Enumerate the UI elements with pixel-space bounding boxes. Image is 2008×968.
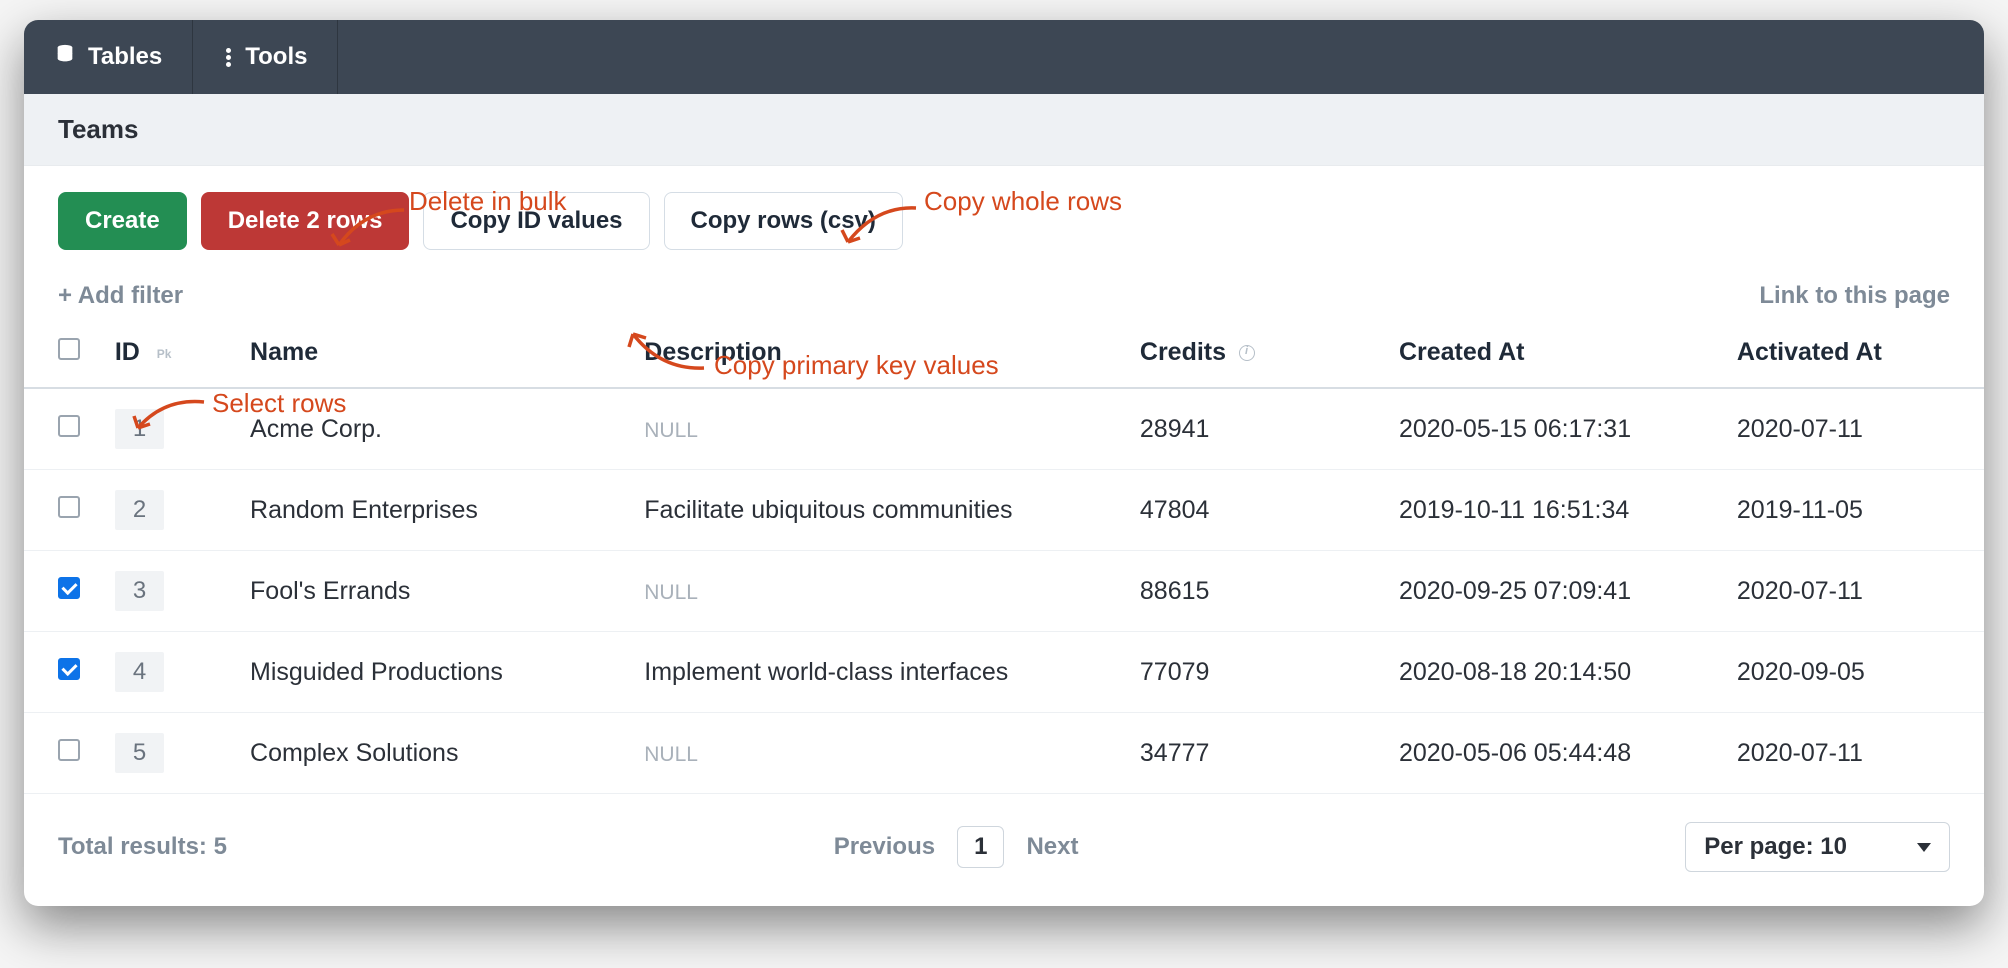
row-checkbox[interactable] xyxy=(58,415,80,437)
col-name-label[interactable]: Name xyxy=(238,322,632,388)
add-filter-link[interactable]: + Add filter xyxy=(58,282,183,310)
info-icon[interactable] xyxy=(1239,345,1255,361)
nav-tables[interactable]: Tables xyxy=(24,20,193,94)
col-activated-label[interactable]: Activated At xyxy=(1725,322,1984,388)
per-page-select[interactable]: Per page: 10 xyxy=(1685,822,1950,872)
permalink[interactable]: Link to this page xyxy=(1759,282,1950,310)
total-results: Total results: 5 xyxy=(58,833,227,861)
col-id-label[interactable]: ID xyxy=(115,338,140,366)
row-activated-at[interactable]: 2020-09-05 xyxy=(1725,632,1984,713)
col-credits-label[interactable]: Credits xyxy=(1140,338,1226,366)
null-value: NULL xyxy=(644,743,698,766)
col-created-label[interactable]: Created At xyxy=(1387,322,1725,388)
row-checkbox[interactable] xyxy=(58,658,80,680)
row-description[interactable]: NULL xyxy=(632,713,1128,794)
row-activated-at[interactable]: 2019-11-05 xyxy=(1725,470,1984,551)
row-credits[interactable]: 34777 xyxy=(1128,713,1387,794)
app-frame: Tables Tools Teams Create Delete 2 rows … xyxy=(24,20,1984,906)
table-header-row: ID Pk Name Description Credits Created A… xyxy=(24,322,1984,388)
nav-tables-label: Tables xyxy=(88,43,162,71)
more-vertical-icon xyxy=(223,48,233,67)
copy-csv-button[interactable]: Copy rows (csv) xyxy=(664,192,903,250)
row-credits[interactable]: 47804 xyxy=(1128,470,1387,551)
row-id[interactable]: 2 xyxy=(115,490,164,530)
row-checkbox[interactable] xyxy=(58,739,80,761)
row-description[interactable]: NULL xyxy=(632,551,1128,632)
table-row[interactable]: 1 Acme Corp. NULL 289412020-05-15 06:17:312… xyxy=(24,388,1984,470)
row-id[interactable]: 1 xyxy=(115,409,164,449)
chevron-down-icon xyxy=(1917,843,1931,852)
page-title-strip: Teams xyxy=(24,94,1984,165)
create-button[interactable]: Create xyxy=(58,192,187,250)
pk-badge: Pk xyxy=(157,347,172,361)
row-id[interactable]: 3 xyxy=(115,571,164,611)
row-credits[interactable]: 88615 xyxy=(1128,551,1387,632)
table-row[interactable]: 2 Random EnterprisesFacilitate ubiquitous… xyxy=(24,470,1984,551)
select-all-checkbox[interactable] xyxy=(58,338,80,360)
nav-tools-label: Tools xyxy=(245,43,307,71)
pager: Previous 1 Next xyxy=(834,826,1079,868)
row-created-at[interactable]: 2020-05-15 06:17:31 xyxy=(1387,388,1725,470)
table-footer: Total results: 5 Previous 1 Next Per pag… xyxy=(24,794,1984,906)
delete-button[interactable]: Delete 2 rows xyxy=(201,192,410,250)
row-created-at[interactable]: 2019-10-11 16:51:34 xyxy=(1387,470,1725,551)
null-value: NULL xyxy=(644,419,698,442)
row-checkbox[interactable] xyxy=(58,577,80,599)
row-name[interactable]: Acme Corp. xyxy=(238,388,632,470)
row-name[interactable]: Complex Solutions xyxy=(238,713,632,794)
filter-row: + Add filter Link to this page xyxy=(24,250,1984,322)
row-description[interactable]: NULL xyxy=(632,388,1128,470)
row-created-at[interactable]: 2020-05-06 05:44:48 xyxy=(1387,713,1725,794)
row-activated-at[interactable]: 2020-07-11 xyxy=(1725,388,1984,470)
table-row[interactable]: 4 Misguided ProductionsImplement world-cl… xyxy=(24,632,1984,713)
row-name[interactable]: Misguided Productions xyxy=(238,632,632,713)
row-credits[interactable]: 77079 xyxy=(1128,632,1387,713)
row-id[interactable]: 5 xyxy=(115,733,164,773)
copy-ids-button[interactable]: Copy ID values xyxy=(423,192,649,250)
row-checkbox[interactable] xyxy=(58,496,80,518)
null-value: NULL xyxy=(644,581,698,604)
row-name[interactable]: Random Enterprises xyxy=(238,470,632,551)
page-number[interactable]: 1 xyxy=(957,826,1004,868)
row-created-at[interactable]: 2020-09-25 07:09:41 xyxy=(1387,551,1725,632)
next-page[interactable]: Next xyxy=(1026,833,1078,861)
row-name[interactable]: Fool's Errands xyxy=(238,551,632,632)
database-icon xyxy=(54,43,76,72)
prev-page[interactable]: Previous xyxy=(834,833,935,861)
table-row[interactable]: 5 Complex Solutions NULL 347772020-05-06 05… xyxy=(24,713,1984,794)
row-credits[interactable]: 28941 xyxy=(1128,388,1387,470)
nav-tools[interactable]: Tools xyxy=(193,20,338,94)
per-page-label: Per page: 10 xyxy=(1704,833,1847,861)
row-activated-at[interactable]: 2020-07-11 xyxy=(1725,713,1984,794)
action-bar: Create Delete 2 rows Copy ID values Copy… xyxy=(24,165,1984,250)
row-id[interactable]: 4 xyxy=(115,652,164,692)
row-description[interactable]: Facilitate ubiquitous communities xyxy=(632,470,1128,551)
page-title: Teams xyxy=(58,114,138,144)
data-table: ID Pk Name Description Credits Created A… xyxy=(24,322,1984,794)
top-nav: Tables Tools xyxy=(24,20,1984,94)
table-row[interactable]: 3 Fool's Errands NULL 886152020-09-25 07:09… xyxy=(24,551,1984,632)
col-description-label[interactable]: Description xyxy=(632,322,1128,388)
row-created-at[interactable]: 2020-08-18 20:14:50 xyxy=(1387,632,1725,713)
row-description[interactable]: Implement world-class interfaces xyxy=(632,632,1128,713)
row-activated-at[interactable]: 2020-07-11 xyxy=(1725,551,1984,632)
